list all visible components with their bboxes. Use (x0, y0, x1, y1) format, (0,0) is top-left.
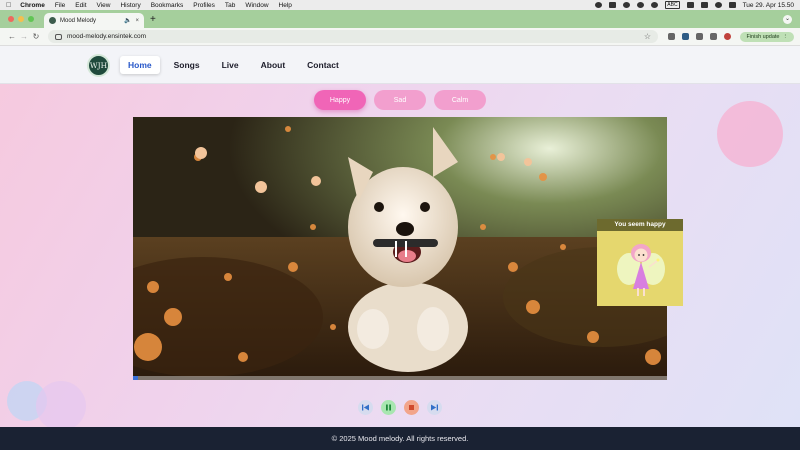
site-favicon-icon (49, 17, 56, 24)
mood-sad-button[interactable]: Sad (374, 90, 426, 110)
menu-window[interactable]: Window (245, 2, 268, 9)
browser-tab-active[interactable]: Mood Melody 🔈 × (44, 13, 144, 28)
mood-card-title: You seem happy (597, 219, 683, 231)
menubar-status-area: ABC Tue 29. Apr 15.50 (595, 1, 794, 9)
player-controls (0, 400, 800, 415)
browser-toolbar: ← → ↻ mood-melody.ensintek.com ☆ Finish … (0, 28, 800, 46)
wifi-icon[interactable] (686, 2, 694, 8)
new-tab-icon[interactable]: + (150, 14, 156, 26)
mood-selector: Happy Sad Calm (0, 90, 800, 110)
close-window-icon[interactable] (8, 16, 14, 22)
menu-profiles[interactable]: Profiles (193, 2, 215, 9)
nav-songs[interactable]: Songs (166, 56, 208, 74)
mood-detection-card: You seem happy (597, 219, 683, 306)
skip-next-icon (431, 404, 438, 411)
tab-search-chevron-icon[interactable]: ⌄ (783, 15, 792, 24)
wechat-icon[interactable] (609, 2, 617, 8)
back-arrow-icon[interactable]: ← (6, 32, 18, 41)
menu-tab[interactable]: Tab (225, 2, 235, 9)
pause-icon (386, 404, 391, 411)
mood-video-player[interactable] (133, 117, 667, 380)
site-nav: Home Songs Live About Contact (120, 56, 353, 74)
tab-audio-icon[interactable]: 🔈 (124, 17, 131, 24)
nav-contact[interactable]: Contact (299, 56, 347, 74)
stop-button[interactable] (404, 400, 419, 415)
apple-icon[interactable]:  (6, 2, 11, 9)
extensions-puzzle-icon[interactable] (696, 33, 703, 40)
menu-history[interactable]: History (120, 2, 140, 9)
spotlight-search-icon[interactable] (714, 2, 722, 8)
nav-home[interactable]: Home (120, 56, 160, 74)
fullscreen-window-icon[interactable] (28, 16, 34, 22)
skip-previous-icon (362, 404, 369, 411)
fairy-illustration (617, 244, 665, 296)
video-progress-fill (133, 376, 139, 380)
finish-update-label: Finish update (746, 33, 780, 40)
video-progress-bar[interactable] (133, 376, 667, 380)
address-bar[interactable]: mood-melody.ensintek.com ☆ (48, 30, 658, 43)
macos-menubar:  Chrome File Edit View History Bookmark… (0, 0, 800, 10)
extension-qr-icon[interactable] (668, 33, 675, 40)
menu-bookmarks[interactable]: Bookmarks (151, 2, 184, 9)
window-controls (0, 16, 42, 28)
menu-edit[interactable]: Edit (75, 2, 86, 9)
mood-calm-button[interactable]: Calm (434, 90, 486, 110)
stop-icon (409, 405, 414, 410)
music-icon[interactable] (623, 2, 631, 8)
footer-copyright: © 2025 Mood melody. All rights reserved. (331, 434, 469, 443)
input-source[interactable]: ABC (665, 1, 680, 9)
control-center-icon[interactable] (700, 2, 708, 8)
menu-help[interactable]: Help (279, 2, 292, 9)
site-navbar: WJH Home Songs Live About Contact (0, 46, 800, 84)
extension-translate-icon[interactable] (682, 33, 689, 40)
menu-view[interactable]: View (97, 2, 111, 9)
nav-about[interactable]: About (253, 56, 294, 74)
url-text[interactable]: mood-melody.ensintek.com (67, 33, 644, 40)
nav-live[interactable]: Live (214, 56, 247, 74)
profile-avatar-icon[interactable] (724, 33, 731, 40)
previous-button[interactable] (358, 400, 373, 415)
reload-icon[interactable]: ↻ (30, 32, 42, 41)
menu-file[interactable]: File (55, 2, 65, 9)
menubar-clock[interactable]: Tue 29. Apr 15.50 (743, 2, 794, 9)
focus-moon-icon[interactable] (651, 2, 659, 8)
pause-overlay-icon (395, 241, 407, 257)
decorative-bubble (717, 101, 783, 167)
tab-close-icon[interactable]: × (135, 18, 139, 24)
pause-button[interactable] (381, 400, 396, 415)
site-info-icon[interactable] (55, 33, 62, 40)
minimize-window-icon[interactable] (18, 16, 24, 22)
menu-app-name[interactable]: Chrome (20, 2, 45, 9)
site-footer: © 2025 Mood melody. All rights reserved. (0, 427, 800, 450)
bookmark-star-icon[interactable]: ☆ (644, 32, 651, 41)
user-switch-icon[interactable] (728, 2, 736, 8)
forward-arrow-icon[interactable]: → (18, 32, 30, 41)
next-button[interactable] (427, 400, 442, 415)
download-icon[interactable] (710, 33, 717, 40)
mood-happy-button[interactable]: Happy (314, 90, 366, 110)
logo-text: WJH (89, 61, 108, 70)
tab-title: Mood Melody (60, 17, 97, 24)
timer-icon[interactable] (637, 2, 645, 8)
web-page: WJH Home Songs Live About Contact Happy … (0, 46, 800, 427)
record-icon[interactable] (595, 2, 603, 8)
finish-update-button[interactable]: Finish update ⋮ (740, 31, 794, 42)
site-logo[interactable]: WJH (87, 54, 110, 77)
more-menu-icon[interactable]: ⋮ (783, 34, 789, 40)
browser-tab-strip: Mood Melody 🔈 × + ⌄ (0, 10, 800, 28)
extensions-area (668, 33, 731, 40)
